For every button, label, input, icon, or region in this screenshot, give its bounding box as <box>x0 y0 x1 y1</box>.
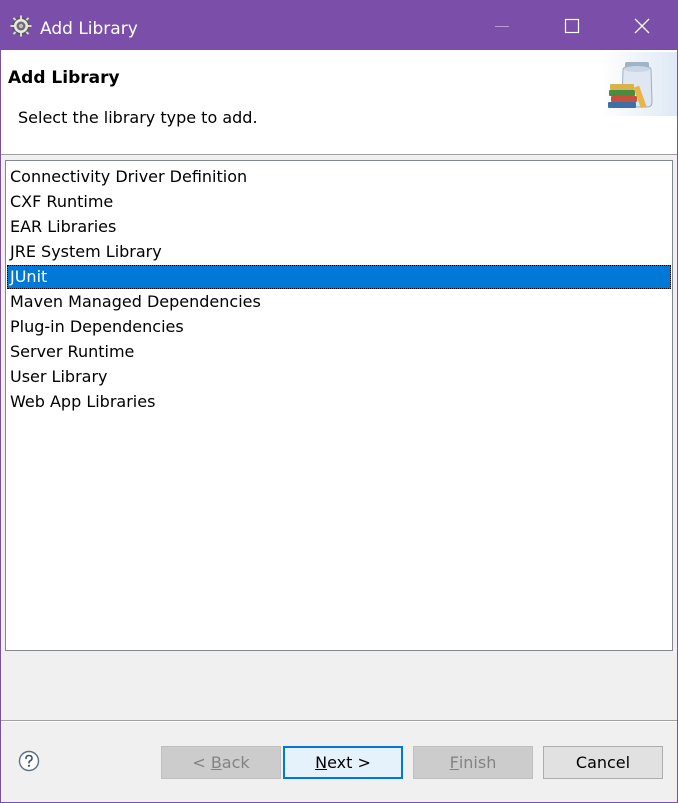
next-button[interactable]: Next > <box>283 746 403 779</box>
maximize-button[interactable] <box>537 1 607 50</box>
list-item-selected[interactable]: JUnit <box>7 265 671 289</box>
list-item[interactable]: Connectivity Driver Definition <box>7 165 671 189</box>
add-library-dialog: Add Library Add Library Select the libra… <box>0 0 678 803</box>
back-button-prefix: < <box>192 753 211 772</box>
list-item[interactable]: Plug-in Dependencies <box>7 315 671 339</box>
cancel-button-label: Cancel <box>575 753 631 772</box>
library-jar-books-icon <box>601 52 677 116</box>
list-item[interactable]: CXF Runtime <box>7 190 671 214</box>
list-item[interactable]: Server Runtime <box>7 340 671 364</box>
list-item[interactable]: JRE System Library <box>7 240 671 264</box>
list-item[interactable]: EAR Libraries <box>7 215 671 239</box>
finish-button-mnemonic: F <box>449 753 459 772</box>
minimize-icon <box>495 25 509 27</box>
back-button-rest: ack <box>221 753 250 772</box>
close-icon <box>634 18 650 33</box>
library-type-list[interactable]: Connectivity Driver Definition CXF Runti… <box>5 160 673 651</box>
maximize-icon <box>564 18 580 33</box>
window-title: Add Library <box>40 19 138 39</box>
back-button[interactable]: < Back <box>161 746 281 779</box>
list-item[interactable]: Maven Managed Dependencies <box>7 290 671 314</box>
page-description: Select the library type to add. <box>18 108 258 127</box>
back-button-mnemonic: B <box>210 753 222 772</box>
button-bar-separator-highlight <box>1 721 677 722</box>
title-bar[interactable]: Add Library <box>1 1 677 50</box>
list-item[interactable]: Web App Libraries <box>7 390 671 414</box>
finish-button[interactable]: Finish <box>413 746 533 779</box>
help-question-icon[interactable] <box>18 750 40 772</box>
minimize-button[interactable] <box>467 1 537 50</box>
finish-button-rest: inish <box>458 753 497 772</box>
cancel-button[interactable]: Cancel <box>543 746 663 779</box>
next-button-mnemonic: N <box>315 753 328 772</box>
list-item[interactable]: User Library <box>7 365 671 389</box>
page-title: Add Library <box>8 68 120 88</box>
wizard-header: Add Library Select the library type to a… <box>1 50 677 155</box>
close-button[interactable] <box>607 1 677 50</box>
eclipse-gear-icon <box>10 15 32 37</box>
next-button-rest: ext > <box>327 753 371 772</box>
